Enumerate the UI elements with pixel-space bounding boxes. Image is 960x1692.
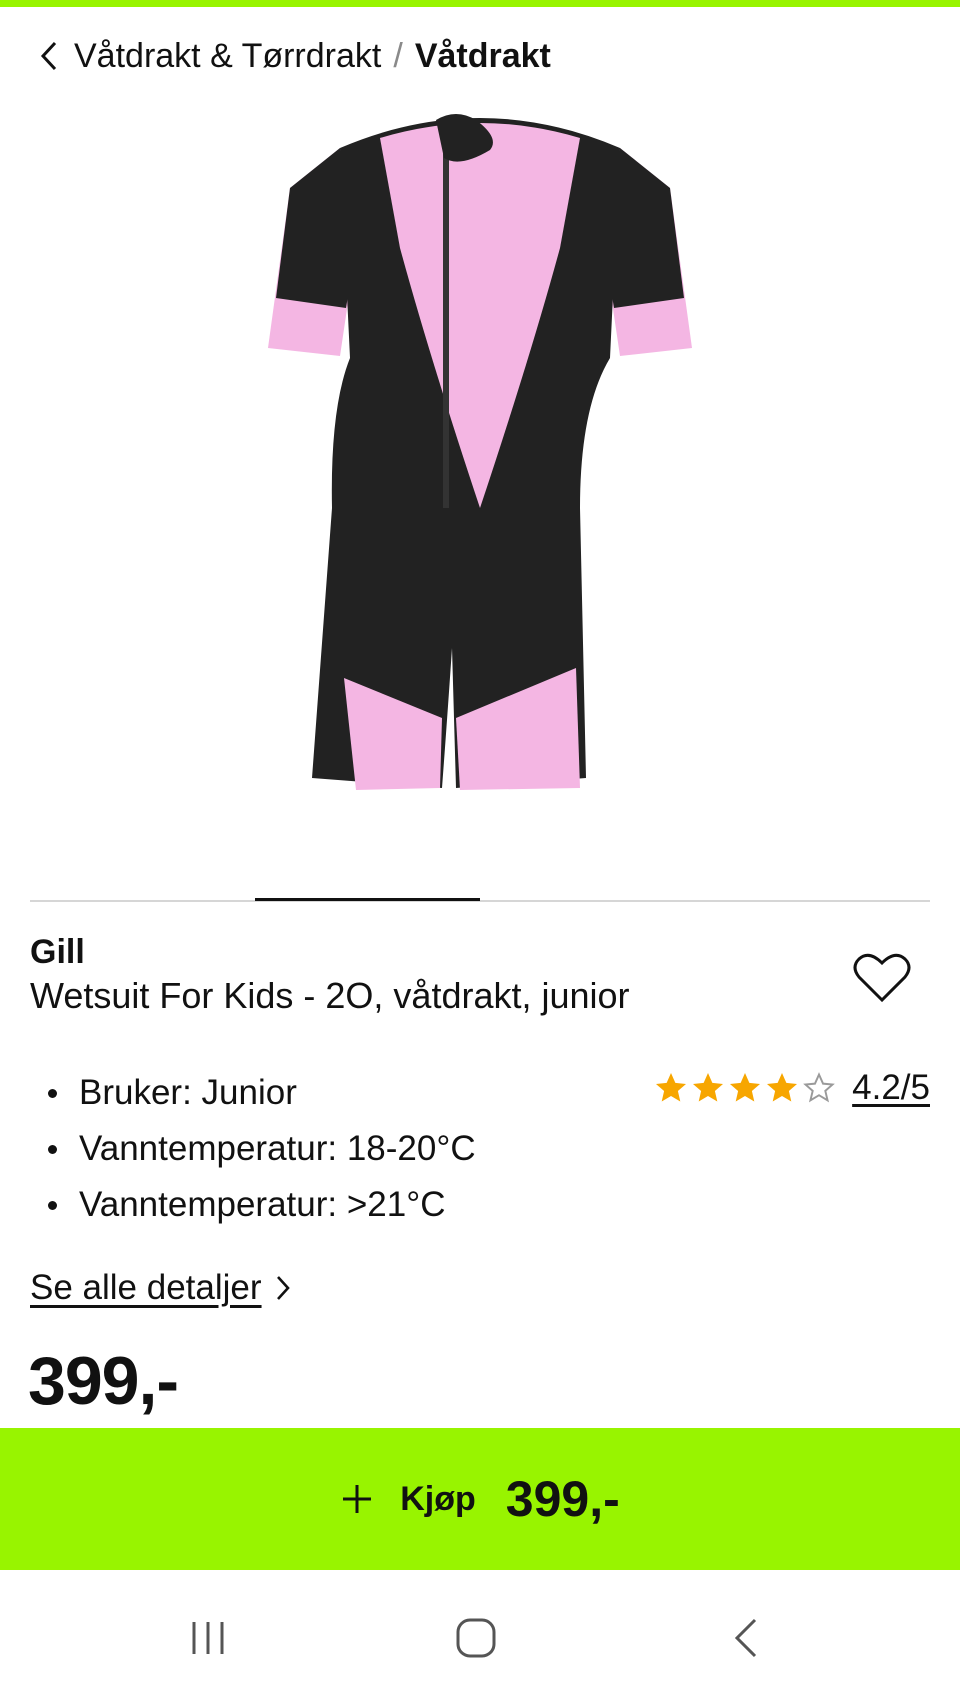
rating-stars	[653, 1070, 838, 1106]
spec-text: Vanntemperatur: 18-20°C	[79, 1129, 476, 1168]
spec-item: Vanntemperatur: >21°C	[30, 1177, 476, 1233]
recent-apps-icon[interactable]	[168, 1598, 248, 1678]
rating-link[interactable]: 4.2/5	[852, 1068, 930, 1108]
buy-button-price: 399,-	[505, 1471, 620, 1527]
favorite-heart-icon[interactable]	[852, 950, 916, 1010]
top-accent-bar	[0, 0, 960, 7]
bullet-icon	[48, 1200, 57, 1210]
back-chevron-icon[interactable]	[38, 34, 74, 78]
breadcrumb: Våtdrakt & Tørrdrakt / Våtdrakt	[38, 34, 551, 78]
buy-button-label: Kjøp	[400, 1479, 476, 1518]
spec-item: Vanntemperatur: 18-20°C	[30, 1121, 476, 1177]
product-brand[interactable]: Gill	[30, 933, 85, 972]
see-all-details-link[interactable]: Se alle detaljer	[30, 1268, 294, 1308]
chevron-right-icon	[276, 1276, 290, 1300]
spec-text: Vanntemperatur: >21°C	[79, 1185, 446, 1224]
bullet-icon	[48, 1088, 57, 1098]
product-price: 399,-	[28, 1343, 179, 1419]
spec-text: Bruker: Junior	[79, 1073, 297, 1112]
star-filled-icon	[767, 1073, 798, 1102]
plus-icon	[343, 1485, 372, 1513]
buy-button[interactable]: Kjøp 399,-	[0, 1428, 960, 1570]
gallery-indicator-active[interactable]	[255, 898, 480, 901]
breadcrumb-parent-link[interactable]: Våtdrakt & Tørrdrakt	[74, 37, 381, 76]
product-rating: 4.2/5	[653, 1068, 930, 1108]
home-icon[interactable]	[436, 1598, 516, 1678]
see-all-details-label: Se alle detaljer	[30, 1268, 262, 1307]
back-nav-icon[interactable]	[706, 1598, 786, 1678]
star-filled-icon	[656, 1073, 687, 1102]
star-filled-icon	[693, 1073, 724, 1102]
star-filled-icon	[730, 1073, 761, 1102]
android-navigation-bar	[0, 1570, 960, 1692]
product-title: Wetsuit For Kids - 2O, våtdrakt, junior	[30, 975, 630, 1016]
gallery-indicator-track	[30, 900, 930, 902]
product-specs-list: Bruker: Junior Vanntemperatur: 18-20°C V…	[30, 1065, 476, 1233]
product-image[interactable]	[260, 108, 700, 868]
bullet-icon	[48, 1144, 57, 1154]
spec-item: Bruker: Junior	[30, 1065, 476, 1121]
breadcrumb-current: Våtdrakt	[414, 36, 551, 75]
breadcrumb-separator: /	[393, 36, 403, 75]
star-empty-icon	[803, 1072, 835, 1103]
